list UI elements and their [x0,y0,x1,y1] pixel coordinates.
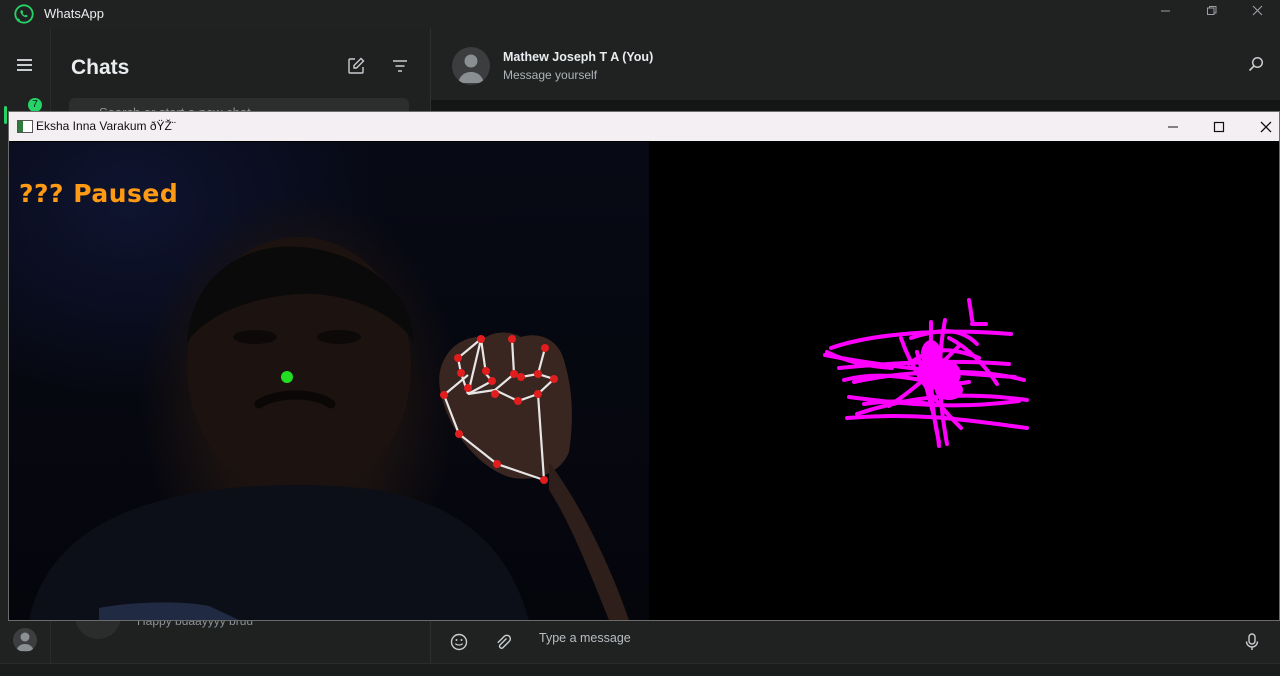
close-button[interactable] [1235,0,1279,20]
unread-badge: 7 [28,98,42,112]
air-drawing-strokes [823,298,1029,448]
new-chat-button[interactable] [344,54,368,78]
microphone-icon [1245,633,1259,650]
emoji-button[interactable] [447,630,471,654]
webcam-scene [29,237,629,620]
whatsapp-titlebar: WhatsApp [0,0,1280,28]
restore-icon [1206,5,1216,15]
webcam-feed: ??? Paused [9,142,649,620]
minimize-icon [1160,10,1170,11]
opencv-frame: ??? Paused [9,142,1279,620]
profile-avatar[interactable] [13,628,37,652]
filter-icon [393,60,407,72]
taskbar [0,663,1280,676]
person-icon [16,632,34,651]
message-input[interactable]: Type a message [539,631,631,645]
paperclip-icon [497,634,512,649]
compose-icon [348,57,365,74]
status-text: ??? Paused [19,179,179,208]
restore-button[interactable] [1189,0,1233,20]
chat-search-button[interactable] [1248,56,1264,77]
attach-button[interactable] [491,630,515,654]
opencv-close-button[interactable] [1243,112,1280,141]
close-icon [1260,121,1272,132]
app-title: WhatsApp [44,6,104,21]
opencv-minimize-button[interactable] [1150,112,1196,141]
chat-header[interactable]: Mathew Joseph T A (You) Message yourself [431,28,1280,100]
contact-name: Mathew Joseph T A (You) [503,50,654,64]
minimize-button[interactable] [1143,0,1187,20]
contact-subtitle: Message yourself [503,68,598,82]
search-icon [1248,56,1264,72]
close-icon [1252,5,1262,15]
compose-bar: Type a message [431,620,1280,663]
chats-heading: Chats [71,56,130,79]
emoji-icon [450,633,468,651]
drawing-canvas[interactable] [649,142,1279,620]
contact-avatar[interactable] [452,47,490,85]
opencv-titlebar[interactable]: Eksha Inna Varakum ðŸŽ¨ [9,112,1279,141]
nose-cursor-dot [281,371,293,383]
voice-message-button[interactable] [1240,630,1264,654]
opencv-window-title: Eksha Inna Varakum ðŸŽ¨ [36,119,176,133]
maximize-icon [1213,121,1225,132]
filter-button[interactable] [388,54,412,78]
minimize-icon [1168,126,1178,127]
person-icon [458,54,484,83]
opencv-window: Eksha Inna Varakum ðŸŽ¨ ??? Paused [8,111,1280,621]
opencv-maximize-button[interactable] [1196,112,1242,141]
window-app-icon [17,120,33,133]
active-indicator [4,106,7,124]
menu-icon[interactable] [17,59,32,71]
whatsapp-logo-icon [14,4,34,24]
